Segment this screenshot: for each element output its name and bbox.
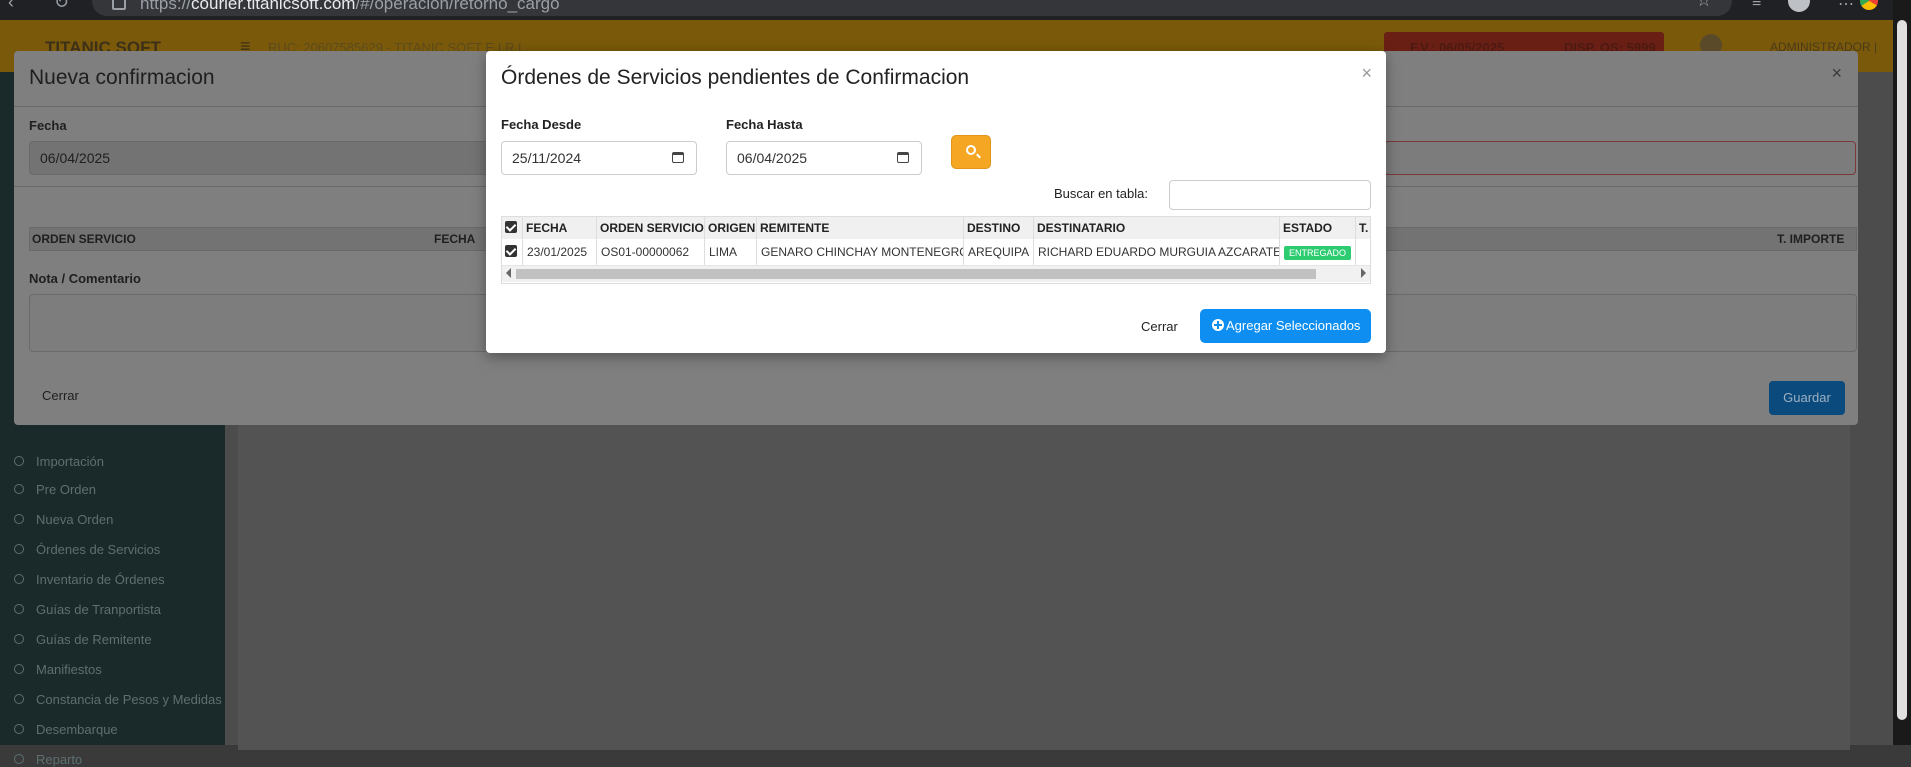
close-icon[interactable]: × (1361, 63, 1372, 84)
sidebar-item-inventario[interactable]: Inventario de Órdenes (14, 572, 165, 587)
fecha-hasta-label: Fecha Hasta (726, 117, 803, 132)
horizontal-scrollbar[interactable] (502, 266, 1370, 282)
guardar-button[interactable]: Guardar (1769, 381, 1845, 415)
cerrar-button[interactable]: Cerrar (1141, 319, 1178, 334)
address-bar[interactable]: https://courier.titanicsoft.com/#/operac… (92, 0, 1732, 16)
col-fecha: FECHA (434, 232, 476, 246)
cell-orden-servicio: OS01-00000062 (597, 239, 705, 265)
circle-icon (14, 604, 24, 614)
modal-title: Nueva confirmacion (29, 66, 215, 89)
url-text: https://courier.titanicsoft.com/#/operac… (140, 0, 560, 13)
col-fecha[interactable]: FECHA (523, 217, 597, 239)
back-arrow-icon[interactable]: ‹ (8, 0, 14, 13)
extensions-icon[interactable]: ≡ (1752, 0, 1761, 12)
table-header: FECHA ORDEN SERVICIO ORIGEN REMITENTE DE… (502, 217, 1370, 240)
col-orden-servicio: ORDEN SERVICIO (32, 232, 136, 246)
sidebar-item-pre-orden[interactable]: Pre Orden (14, 482, 96, 497)
plus-circle-icon (1212, 319, 1224, 331)
page-scrollbar[interactable] (1893, 0, 1911, 745)
cell-destino: AREQUIPA (964, 239, 1034, 265)
scroll-right-icon[interactable] (1361, 268, 1366, 278)
checkbox-checked-icon (505, 245, 517, 257)
circle-icon (14, 664, 24, 674)
ordenes-table: FECHA ORDEN SERVICIO ORIGEN REMITENTE DE… (501, 216, 1371, 284)
cell-origen: LIMA (705, 239, 757, 265)
cell-estado: ENTREGADO (1280, 239, 1356, 265)
search-icon (966, 145, 976, 155)
cell-t-importe (1356, 239, 1370, 265)
status-badge: ENTREGADO (1284, 246, 1352, 260)
sidebar-item-ordenes-servicios[interactable]: Órdenes de Servicios (14, 542, 160, 557)
col-destinatario[interactable]: DESTINATARIO (1034, 217, 1280, 239)
required-field[interactable] (1384, 141, 1856, 175)
calendar-icon[interactable] (672, 152, 684, 163)
row-checkbox[interactable] (502, 239, 523, 265)
fecha-desde-input[interactable]: 25/11/2024 (501, 141, 697, 175)
circle-icon (14, 574, 24, 584)
cerrar-button[interactable]: Cerrar (42, 388, 79, 403)
circle-icon (14, 754, 24, 764)
buscar-label: Buscar en tabla: (1054, 186, 1148, 201)
profile-avatar-icon[interactable] (1788, 0, 1810, 12)
circle-icon (14, 456, 24, 466)
sidebar-item-reparto[interactable]: Reparto (14, 752, 82, 767)
modal-title: Órdenes de Servicios pendientes de Confi… (501, 66, 970, 89)
circle-icon (14, 694, 24, 704)
nota-label: Nota / Comentario (29, 271, 141, 286)
sidebar-item-guias-transportista[interactable]: Guías de Tranportista (14, 602, 161, 617)
fecha-desde-label: Fecha Desde (501, 117, 582, 132)
site-info-icon[interactable] (112, 0, 126, 10)
cell-fecha: 23/01/2025 (523, 239, 597, 265)
circle-icon (14, 544, 24, 554)
col-destino[interactable]: DESTINO (964, 217, 1034, 239)
circle-icon (14, 514, 24, 524)
search-button[interactable] (951, 135, 991, 169)
col-remitente[interactable]: REMITENTE (757, 217, 964, 239)
scroll-left-icon[interactable] (506, 268, 511, 278)
chrome-icon (1860, 0, 1878, 10)
scrollbar-thumb[interactable] (516, 269, 1316, 279)
fecha-label: Fecha (29, 118, 67, 133)
circle-icon (14, 724, 24, 734)
ordenes-pendientes-modal: Órdenes de Servicios pendientes de Confi… (486, 51, 1386, 353)
menu-dots-icon[interactable]: ⋯ (1838, 0, 1854, 14)
circle-icon (14, 634, 24, 644)
sidebar-item-guias-remitente[interactable]: Guías de Remitente (14, 632, 152, 647)
table-row[interactable]: 23/01/2025 OS01-00000062 LIMA GENARO CHI… (502, 239, 1370, 266)
col-t-importe[interactable]: T. (1356, 217, 1370, 239)
col-orden-servicio[interactable]: ORDEN SERVICIO (597, 217, 705, 239)
col-estado[interactable]: ESTADO (1280, 217, 1356, 239)
browser-toolbar: ‹ ↻ https://courier.titanicsoft.com/#/op… (0, 0, 1911, 20)
circle-icon (14, 484, 24, 494)
buscar-input[interactable] (1169, 180, 1371, 210)
select-all-checkbox[interactable] (502, 217, 523, 239)
bookmark-star-icon[interactable]: ☆ (1696, 0, 1712, 11)
scrollbar-thumb[interactable] (1897, 20, 1907, 720)
checkbox-checked-icon (505, 221, 517, 233)
fecha-hasta-input[interactable]: 06/04/2025 (726, 141, 922, 175)
col-origen[interactable]: ORIGEN (705, 217, 757, 239)
reload-icon[interactable]: ↻ (54, 0, 69, 13)
content-panel (238, 420, 1850, 750)
sidebar-item-importacion[interactable]: Importación (14, 454, 104, 469)
sidebar-item-constancia[interactable]: Constancia de Pesos y Medidas (14, 692, 222, 707)
agregar-seleccionados-button[interactable]: Agregar Seleccionados (1200, 309, 1371, 343)
cell-destinatario: RICHARD EDUARDO MURGUIA AZCARATE (1034, 239, 1280, 265)
sidebar-item-desembarque[interactable]: Desembarque (14, 722, 118, 737)
cell-remitente: GENARO CHINCHAY MONTENEGRO (757, 239, 964, 265)
sidebar-item-manifiestos[interactable]: Manifiestos (14, 662, 102, 677)
sidebar-item-nueva-orden[interactable]: Nueva Orden (14, 512, 113, 527)
calendar-icon[interactable] (897, 152, 909, 163)
close-icon[interactable]: × (1831, 63, 1842, 84)
col-t-importe: T. IMPORTE (1777, 232, 1845, 246)
